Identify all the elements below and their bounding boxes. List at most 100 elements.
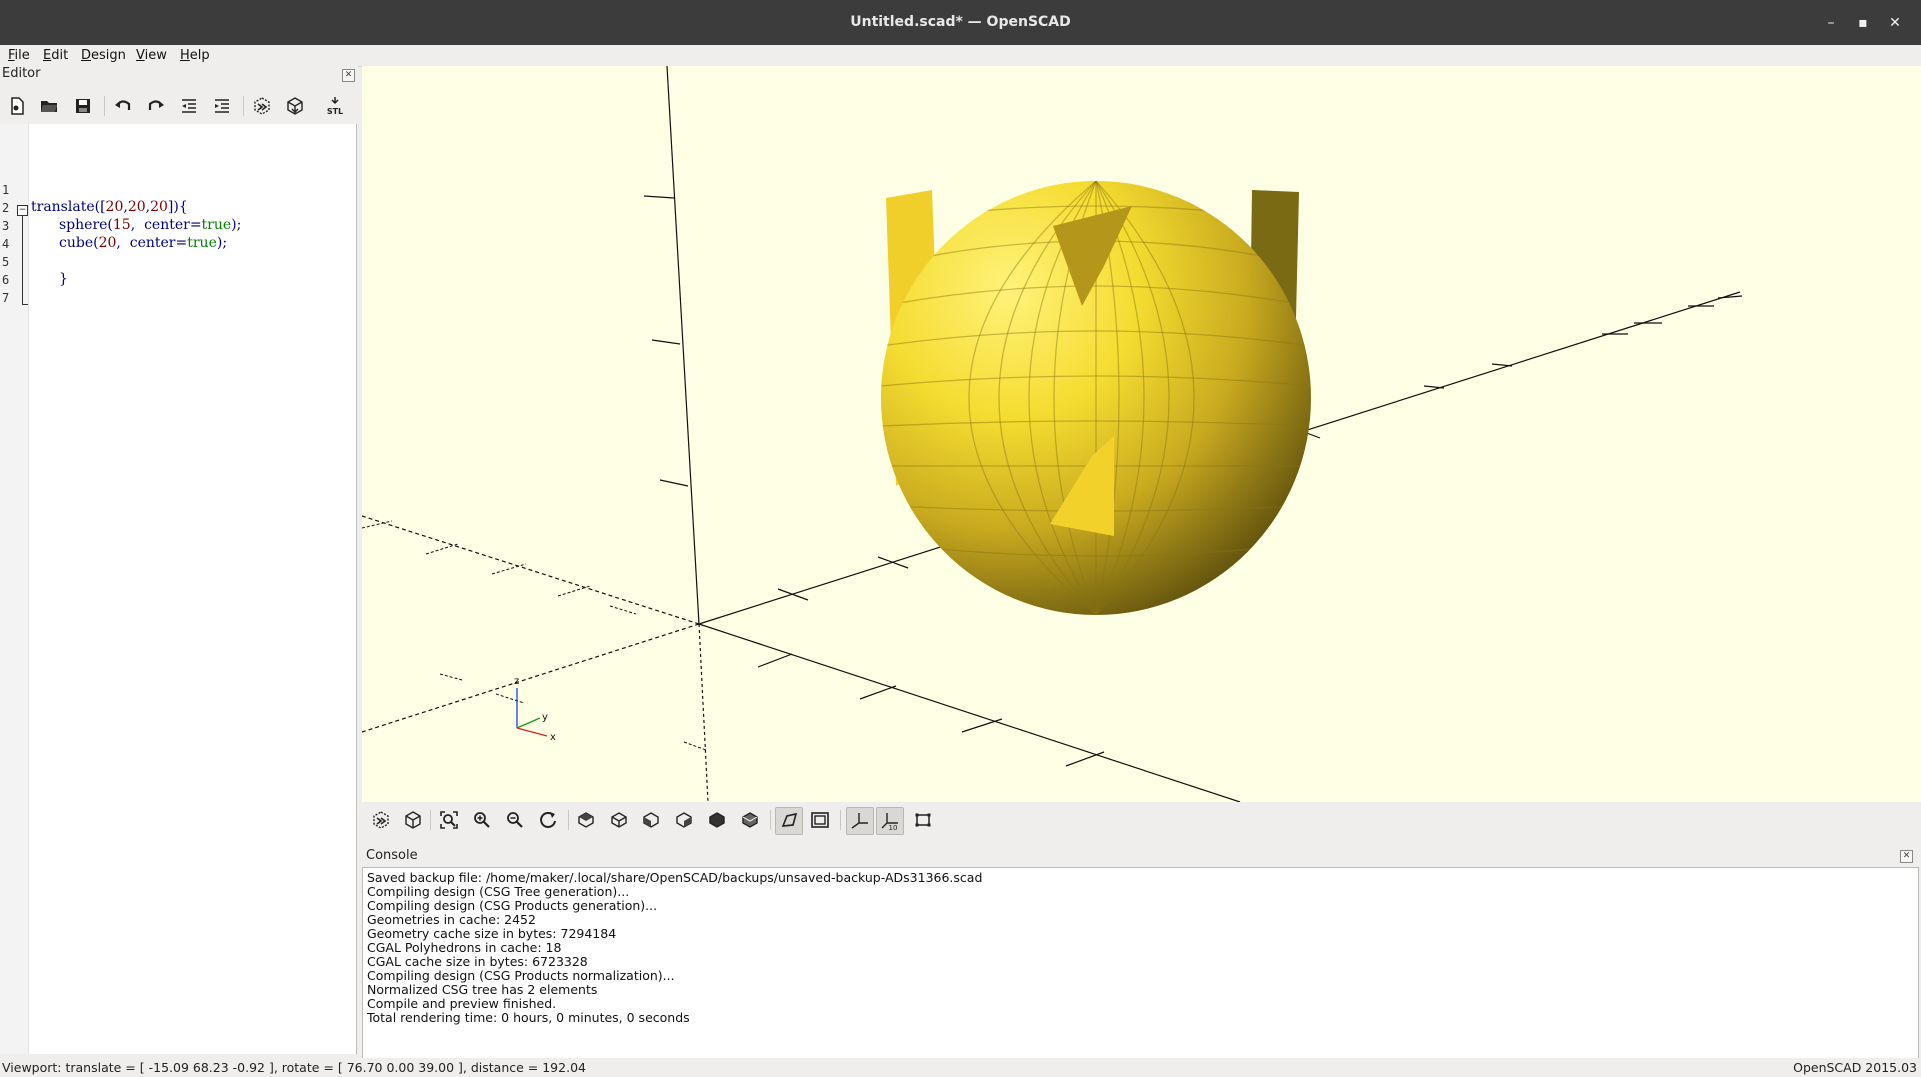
save-icon bbox=[76, 99, 90, 113]
status-bar: Viewport: translate = [ -15.09 68.23 -0.… bbox=[0, 1058, 1921, 1077]
axes-icon bbox=[851, 813, 868, 829]
line-number: 1 bbox=[2, 183, 10, 197]
line-number: 7 bbox=[2, 291, 10, 305]
indent-button[interactable] bbox=[209, 93, 235, 119]
svg-text:STL: STL bbox=[327, 107, 343, 116]
viewport-toolbar: 10 bbox=[362, 802, 1921, 838]
line-number: 5 bbox=[2, 255, 10, 269]
version-label: OpenSCAD 2015.03 bbox=[1793, 1060, 1917, 1075]
viewport-canvas[interactable]: z y x bbox=[362, 66, 1921, 802]
console-line: Compile and preview finished. bbox=[367, 996, 557, 1011]
save-file-button[interactable] bbox=[70, 93, 96, 119]
line-number: 6 bbox=[2, 273, 10, 287]
console-line: Normalized CSG tree has 2 elements bbox=[367, 982, 598, 997]
redo-button[interactable] bbox=[143, 93, 169, 119]
close-window-button[interactable]: ✕ bbox=[1884, 12, 1906, 34]
indent-icon bbox=[215, 99, 229, 113]
fold-toggle-icon[interactable]: − bbox=[17, 205, 28, 216]
y-axis-negative bbox=[362, 623, 700, 733]
menu-bar: File Edit Design View Help bbox=[0, 45, 1921, 67]
line-number: 3 bbox=[2, 219, 10, 233]
viewport-status: Viewport: translate = [ -15.09 68.23 -0.… bbox=[2, 1060, 586, 1075]
perspective-icon bbox=[781, 812, 798, 827]
view-front-icon bbox=[709, 812, 725, 828]
vp-render-button[interactable] bbox=[400, 807, 426, 833]
show-edges-button[interactable] bbox=[910, 807, 936, 833]
negative-ticks bbox=[362, 520, 707, 751]
zoom-out-button[interactable] bbox=[502, 807, 528, 833]
open-file-button[interactable] bbox=[36, 93, 62, 119]
console-line: Compiling design (CSG Products generatio… bbox=[367, 898, 658, 913]
editor-panel: Editor ✕ STL 1 2 3 4 5 6 7 − translate([… bbox=[0, 66, 358, 1056]
console-output[interactable]: Saved backup file: /home/maker/.local/sh… bbox=[362, 867, 1919, 1059]
line-number: 2 bbox=[2, 201, 10, 215]
preview-icon bbox=[254, 97, 270, 115]
minimize-button[interactable]: – bbox=[1820, 12, 1842, 34]
z-axis-positive bbox=[666, 66, 700, 625]
view-back-button[interactable] bbox=[737, 807, 763, 833]
undo-button[interactable] bbox=[110, 93, 136, 119]
zoom-fit-icon bbox=[440, 811, 458, 829]
gizmo-y-label: y bbox=[542, 712, 548, 723]
view-top-button[interactable] bbox=[573, 807, 599, 833]
menu-view[interactable]: View bbox=[136, 48, 167, 63]
stl-export-icon: STL bbox=[327, 97, 343, 116]
unindent-button[interactable] bbox=[176, 93, 202, 119]
view-front-button[interactable] bbox=[704, 807, 730, 833]
view-right-icon bbox=[676, 812, 692, 828]
console-close-icon[interactable]: ✕ bbox=[1900, 850, 1913, 863]
zoom-in-button[interactable] bbox=[469, 807, 495, 833]
code-line-2: translate([20,20,20]){ bbox=[31, 199, 188, 215]
zoom-in-icon bbox=[474, 812, 490, 828]
edges-icon bbox=[915, 813, 931, 827]
orthogonal-button[interactable] bbox=[807, 807, 833, 833]
view-bottom-button[interactable] bbox=[606, 807, 632, 833]
x-axis-negative bbox=[362, 515, 700, 625]
menu-help[interactable]: Help bbox=[180, 48, 210, 63]
menu-edit[interactable]: Edit bbox=[43, 48, 68, 63]
orthogonal-icon bbox=[811, 812, 829, 828]
menu-design[interactable]: Design bbox=[81, 48, 126, 63]
show-scale-markers-button[interactable]: 10 bbox=[876, 807, 904, 835]
3d-viewport[interactable]: z y x bbox=[362, 66, 1921, 802]
svg-text:10: 10 bbox=[889, 824, 898, 831]
undo-icon bbox=[115, 100, 131, 110]
preview-icon bbox=[373, 811, 389, 829]
export-stl-button[interactable]: STL bbox=[322, 93, 348, 119]
code-line-4: cube(20, center=true); bbox=[59, 235, 228, 251]
code-line-6: } bbox=[59, 271, 68, 287]
new-file-icon bbox=[11, 97, 24, 115]
axis-gizmo: z y x bbox=[514, 676, 556, 743]
console-line: CGAL cache size in bytes: 6723328 bbox=[367, 954, 588, 969]
code-line-3: sphere(15, center=true); bbox=[59, 217, 242, 233]
open-folder-icon bbox=[41, 101, 57, 112]
editor-toolbar: STL bbox=[0, 88, 358, 124]
reset-view-button[interactable] bbox=[535, 807, 561, 833]
view-right-button[interactable] bbox=[671, 807, 697, 833]
editor-close-icon[interactable]: ✕ bbox=[342, 69, 355, 82]
new-file-button[interactable] bbox=[4, 93, 30, 119]
preview-button[interactable] bbox=[249, 93, 275, 119]
console-header: Console bbox=[366, 848, 418, 863]
scale-markers-icon: 10 bbox=[881, 813, 898, 831]
maximize-button[interactable]: ▪ bbox=[1852, 12, 1874, 34]
line-number: 4 bbox=[2, 237, 10, 251]
console-line: Geometry cache size in bytes: 7294184 bbox=[367, 926, 617, 941]
zoom-out-icon bbox=[507, 812, 523, 828]
window-title: Untitled.scad* — OpenSCAD bbox=[850, 14, 1071, 30]
console-line: CGAL Polyhedrons in cache: 18 bbox=[367, 940, 562, 955]
editor-header: Editor bbox=[2, 66, 41, 81]
gizmo-z-label: z bbox=[514, 676, 519, 687]
view-bottom-icon bbox=[611, 812, 627, 828]
vp-preview-button[interactable] bbox=[368, 807, 394, 833]
render-cube-icon bbox=[405, 811, 421, 829]
render-button[interactable] bbox=[282, 93, 308, 119]
view-top-icon bbox=[578, 812, 594, 828]
code-editor[interactable]: 1 2 3 4 5 6 7 − translate([20,20,20]){ s… bbox=[0, 124, 357, 1054]
render-cube-icon bbox=[287, 97, 303, 115]
perspective-button[interactable] bbox=[775, 807, 803, 835]
view-all-button[interactable] bbox=[436, 807, 462, 833]
view-left-button[interactable] bbox=[638, 807, 664, 833]
menu-file[interactable]: File bbox=[8, 48, 30, 63]
show-axes-button[interactable] bbox=[846, 807, 874, 835]
